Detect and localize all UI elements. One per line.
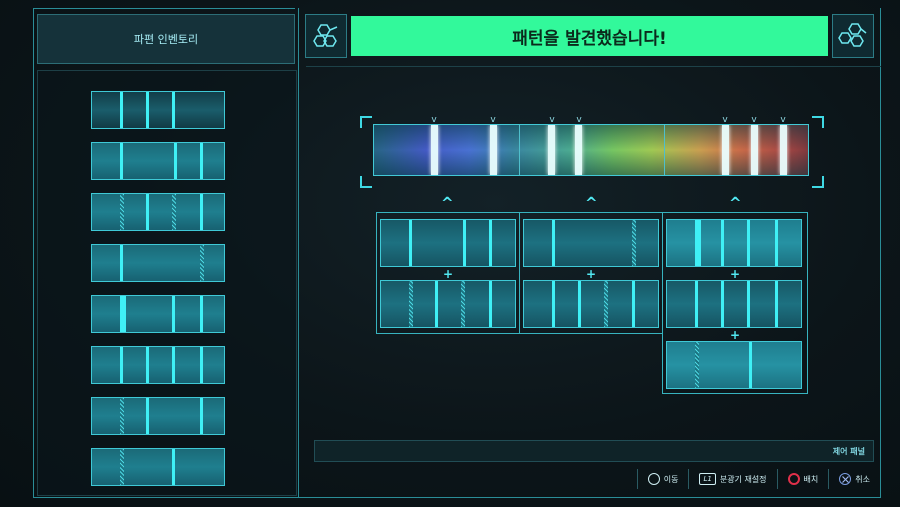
fragment-slot-7[interactable] xyxy=(91,397,225,435)
left-stick-icon xyxy=(647,473,660,485)
molecule-icon xyxy=(838,23,867,47)
prompt-cancel-label: 취소 xyxy=(855,474,870,484)
fragment-slot-2[interactable] xyxy=(91,142,225,180)
caret-up-icon: ^ xyxy=(585,194,598,212)
control-panel-label: 제어 패널 xyxy=(832,446,865,456)
bracket-corner xyxy=(812,116,824,128)
caret-up-icon: ^ xyxy=(441,194,454,212)
fragment-slot-5[interactable] xyxy=(91,295,225,333)
placed-slot-2a[interactable] xyxy=(523,219,659,267)
inventory-panel: 파편 인벤토리 xyxy=(33,10,297,496)
prompt-place[interactable]: 배치 xyxy=(776,469,829,489)
l1-button-icon: L1 xyxy=(699,473,716,485)
button-prompts: 이동 L1 분광기 재설정 배치 취소 xyxy=(310,466,880,492)
spectrum-display xyxy=(373,124,809,176)
plus-icon: + xyxy=(443,267,454,281)
cross-button-icon xyxy=(839,473,852,485)
placed-slot-3c[interactable] xyxy=(666,341,802,389)
bracket-corner xyxy=(360,116,372,128)
molecule-icon xyxy=(313,24,338,47)
fragment-slot-8[interactable] xyxy=(91,448,225,486)
fragment-slot-1[interactable] xyxy=(91,91,225,129)
frame-bottom xyxy=(33,497,881,498)
placed-slot-2b[interactable] xyxy=(523,280,659,328)
frame-divider xyxy=(298,8,299,498)
circle-button-icon xyxy=(787,473,800,485)
banner-text: 패턴을 발견했습니다! xyxy=(512,28,667,49)
prompt-cancel[interactable]: 취소 xyxy=(828,469,880,489)
plus-icon: + xyxy=(730,328,741,342)
bracket-corner xyxy=(812,176,824,188)
molecule-icon-left xyxy=(305,14,347,58)
caret-up-icon: ^ xyxy=(729,194,742,212)
plus-icon: + xyxy=(586,267,597,281)
prompt-reset-label: 분광기 재설정 xyxy=(719,474,767,484)
placed-slot-3a[interactable] xyxy=(666,219,802,267)
prompt-move[interactable]: 이동 xyxy=(636,469,689,489)
placed-slot-3b[interactable] xyxy=(666,280,802,328)
inventory-list xyxy=(37,70,297,496)
bracket-corner xyxy=(360,176,372,188)
frame-top-left xyxy=(33,8,295,9)
plus-icon: + xyxy=(730,267,741,281)
inventory-header: 파편 인벤토리 xyxy=(37,14,295,64)
prompt-move-label: 이동 xyxy=(663,474,679,484)
pattern-found-banner: 패턴을 발견했습니다! xyxy=(351,16,828,56)
placed-slot-1a[interactable] xyxy=(380,219,516,267)
fragment-slot-4[interactable] xyxy=(91,244,225,282)
inventory-title: 파편 인벤토리 xyxy=(133,33,199,46)
prompt-reset[interactable]: L1 분광기 재설정 xyxy=(688,469,776,489)
title-area: 패턴을 발견했습니다! xyxy=(303,10,881,62)
prompt-place-label: 배치 xyxy=(803,474,819,484)
fragment-slot-3[interactable] xyxy=(91,193,225,231)
control-panel-bar: 제어 패널 xyxy=(314,440,874,462)
molecule-icon-right xyxy=(832,14,874,58)
placed-slot-1b[interactable] xyxy=(380,280,516,328)
fragment-slot-6[interactable] xyxy=(91,346,225,384)
